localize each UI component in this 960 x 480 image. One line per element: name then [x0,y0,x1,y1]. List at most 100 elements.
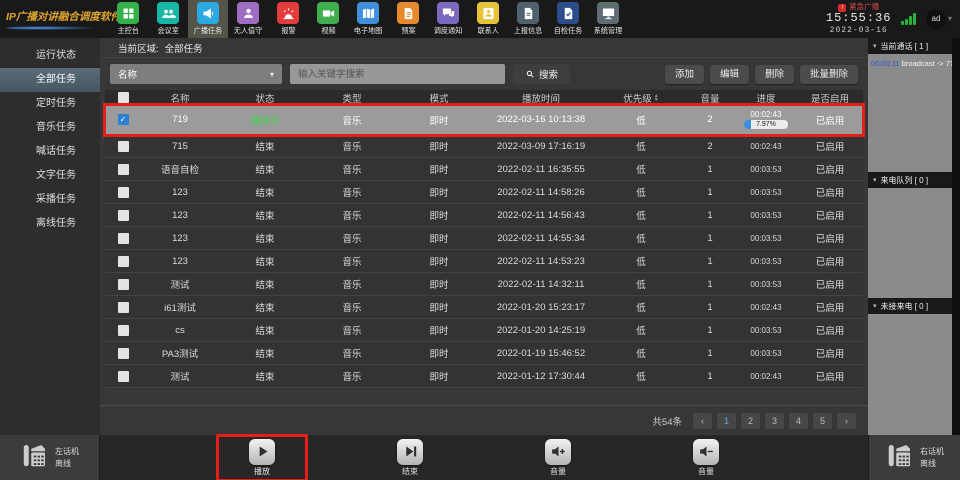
system-mgmt-icon [597,2,619,24]
row-checkbox[interactable] [118,371,129,382]
left-phone-status[interactable]: 左话机 离线 [0,435,100,480]
top-nav-item[interactable]: 电子地图 [348,0,388,38]
action-button[interactable]: 添加 [665,65,704,84]
row-cell-checkbox: ✓ [105,114,141,125]
cell-priority: 低 [597,113,685,127]
action-button[interactable]: 删除 [755,65,794,84]
top-nav-item[interactable]: 无人值守 [228,0,268,38]
row-cell-checkbox [105,302,141,313]
header-cell[interactable]: 优先级▲▼ [597,91,685,105]
table-row[interactable]: 123结束音乐即时2022-02-11 14:56:43低100:03:53已启… [105,204,863,227]
cell-priority: 低 [597,300,685,314]
cell-progress: 00:03:53 [735,188,797,197]
row-checkbox[interactable] [118,325,129,336]
report-info-icon [517,2,539,24]
table-row[interactable]: 715结束音乐即时2022-03-09 17:16:19低200:02:43已启… [105,135,863,158]
top-nav-item[interactable]: 会议室 [148,0,188,38]
select-all-checkbox[interactable] [118,92,129,103]
transport-button[interactable]: 播放 [219,437,305,479]
table-row[interactable]: ✓719播放中音乐即时2022-03-16 10:13:38低200:02:43… [105,105,863,135]
top-nav-item[interactable]: 视频 [308,0,348,38]
page-prev-button[interactable]: ‹ [693,413,712,429]
search-button[interactable]: 搜索 [513,64,570,84]
header-cell[interactable]: 音量 [685,91,735,105]
table-row[interactable]: 123结束音乐即时2022-02-11 14:53:23低100:03:53已启… [105,250,863,273]
row-cell-checkbox [105,210,141,221]
top-nav-item[interactable]: 上报信息 [508,0,548,38]
row-checkbox[interactable] [118,164,129,175]
page-number-button[interactable]: 4 [789,413,808,429]
cell-play-time: 2022-01-20 15:23:17 [485,302,597,313]
action-button[interactable]: 编辑 [710,65,749,84]
row-checkbox[interactable] [118,279,129,290]
page-next-button[interactable]: › [837,413,856,429]
table-row[interactable]: PA3测试结束音乐即时2022-01-19 15:46:52低100:03:53… [105,342,863,365]
table-row[interactable]: 123结束音乐即时2022-02-11 14:55:34低100:03:53已启… [105,227,863,250]
row-checkbox[interactable] [118,187,129,198]
header-cell[interactable]: 播放时间 [485,91,597,105]
call-entry[interactable]: 00:00:11 broadcast -> 719 [871,59,949,68]
row-checkbox[interactable] [118,210,129,221]
header-cell[interactable]: 类型 [311,91,393,105]
action-button[interactable]: 批量删除 [800,65,858,84]
row-checkbox[interactable] [118,348,129,359]
top-nav-item[interactable]: 调度通知 [428,0,468,38]
call-panel-section-header[interactable]: ▾当前通话 [ 1 ] [868,38,952,54]
search-input[interactable] [290,64,505,84]
table-row[interactable]: i61测试结束音乐即时2022-01-20 15:23:17低100:02:43… [105,296,863,319]
transport-button[interactable]: 结束 [367,437,453,479]
header-cell[interactable]: 名称 [141,91,219,105]
row-checkbox[interactable] [118,141,129,152]
row-checkbox[interactable] [118,256,129,267]
stop-next-icon [397,439,423,465]
cell-enabled: 已启用 [797,185,863,199]
table-row[interactable]: cs结束音乐即时2022-01-20 14:25:19低100:03:53已启用 [105,319,863,342]
header-cell[interactable]: 进度 [735,91,797,105]
sidebar-item[interactable]: 喊话任务 [0,140,100,164]
sort-icon[interactable]: ▲▼ [654,94,659,102]
page-number-button[interactable]: 2 [741,413,760,429]
progress-percent-label: 7.97% [744,120,788,129]
top-nav-item[interactable]: 联系人 [468,0,508,38]
avatar[interactable]: ad [926,9,946,29]
play-icon [249,439,275,465]
sidebar-item[interactable]: 音乐任务 [0,116,100,140]
right-phone-status[interactable]: 右话机 离线 [868,435,960,480]
filter-select[interactable]: 名称 ▾ [110,64,282,84]
sidebar-item[interactable]: 运行状态 [0,44,100,68]
sidebar-item[interactable]: 定时任务 [0,92,100,116]
sidebar-item[interactable]: 文字任务 [0,164,100,188]
table-row[interactable]: 语音自检结束音乐即时2022-02-11 16:35:55低100:03:53已… [105,158,863,181]
header-cell[interactable]: 状态 [219,91,311,105]
table-row[interactable]: 测试结束音乐即时2022-02-11 14:32:11低100:03:53已启用 [105,273,863,296]
cell-enabled: 已启用 [797,346,863,360]
top-nav-item-label: 无人值守 [234,25,263,35]
sidebar-item[interactable]: 离线任务 [0,212,100,236]
transport-button[interactable]: 音量 [663,437,749,479]
table-row[interactable]: 测试结束音乐即时2022-01-12 17:30:44低100:02:43已启用 [105,365,863,388]
table-row[interactable]: 123结束音乐即时2022-02-11 14:58:26低100:03:53已启… [105,181,863,204]
row-checkbox[interactable] [118,233,129,244]
transport-button[interactable]: 音量 [515,437,601,479]
sidebar-item[interactable]: 采播任务 [0,188,100,212]
row-checkbox[interactable] [118,302,129,313]
page-number-button[interactable]: 3 [765,413,784,429]
row-checkbox[interactable]: ✓ [118,114,129,125]
cell-mode: 即时 [393,277,485,291]
top-nav-item[interactable]: 系统管理 [588,0,628,38]
top-nav-item[interactable]: 广播任务 [188,0,228,38]
top-nav-item[interactable]: 主控台 [108,0,148,38]
header-cell[interactable]: 是否启用 [797,91,863,105]
page-number-button[interactable]: 5 [813,413,832,429]
call-panel-section-header[interactable]: ▾未接来电 [ 0 ] [868,298,952,314]
top-nav-item-label: 调度通知 [434,25,463,35]
top-nav-item[interactable]: 自检任务 [548,0,588,38]
top-nav-item[interactable]: 报警 [268,0,308,38]
user-menu[interactable]: ad ▾ [926,9,952,29]
sidebar-item[interactable]: 全部任务 [0,68,100,92]
page-number-button[interactable]: 1 [717,413,736,429]
top-nav-item[interactable]: 预案 [388,0,428,38]
header-cell[interactable]: 模式 [393,91,485,105]
cell-volume: 1 [685,164,735,175]
call-panel-section-header[interactable]: ▾来电队列 [ 0 ] [868,172,952,188]
